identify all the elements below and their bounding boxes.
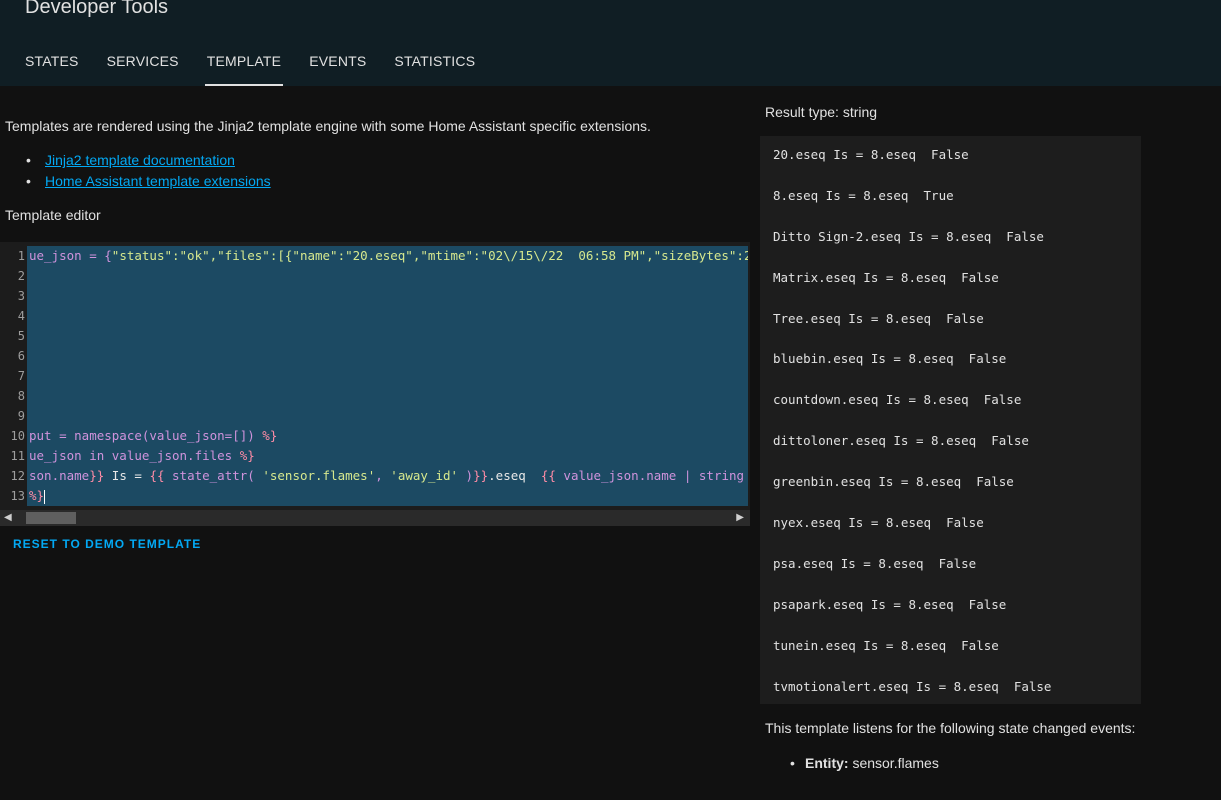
result-line: bluebin.eseq Is = 8.eseq False	[773, 351, 1007, 367]
line-number: 3	[17, 289, 25, 303]
code-token: {{	[149, 468, 165, 483]
result-line: tunein.eseq Is = 8.eseq False	[773, 637, 999, 653]
code-token: value_json.name | string i	[555, 468, 748, 483]
line-number: 13	[10, 489, 25, 503]
code-token: state_attr(	[164, 468, 263, 483]
app-title: Developer Tools	[25, 0, 169, 18]
line-number: 11	[10, 449, 25, 463]
code-token: %}	[262, 428, 278, 443]
tab-template[interactable]: TEMPLATE	[193, 40, 295, 86]
line-number-gutter: 1 2 3 4 5 6 7 8 9 10 11 12 13	[0, 242, 27, 510]
code-token: Is =	[104, 468, 150, 483]
code-token: %}	[239, 448, 255, 463]
code-line: son.name}} Is = {{ state_attr( 'sensor.f…	[27, 466, 748, 486]
result-type-label: Result type: string	[765, 104, 878, 120]
scroll-left-arrow-icon[interactable]: ◀	[4, 512, 12, 523]
code-token: 'away_id'	[390, 468, 459, 483]
result-line: 8.eseq Is = 8.eseq True	[773, 187, 954, 203]
ha-template-extensions-link[interactable]: Home Assistant template extensions	[45, 173, 271, 189]
line-number: 4	[17, 309, 25, 323]
line-number: 10	[10, 429, 25, 443]
result-output: 20.eseq Is = 8.eseq False 8.eseq Is = 8.e…	[760, 136, 1141, 704]
scrollbar-thumb[interactable]	[26, 512, 76, 524]
intro-text: Templates are rendered using the Jinja2 …	[5, 118, 651, 134]
template-editor-label: Template editor	[5, 207, 101, 223]
app-header: Developer Tools STATES SERVICES TEMPLATE…	[0, 0, 1221, 86]
horizontal-scrollbar[interactable]: ◀ ▶	[0, 510, 750, 526]
code-area[interactable]: ue_json = {"status":"ok","files":[{"name…	[27, 246, 748, 506]
list-item: Home Assistant template extensions	[26, 173, 271, 194]
code-token: )	[458, 468, 474, 483]
tab-bar: STATES SERVICES TEMPLATE EVENTS STATISTI…	[0, 40, 489, 86]
line-number: 6	[17, 349, 25, 363]
code-token: }}	[473, 468, 489, 483]
result-line: tvmotionalert.eseq Is = 8.eseq False	[773, 678, 1052, 694]
listens-text: This template listens for the following …	[765, 720, 1136, 736]
result-line: dittoloner.eseq Is = 8.eseq False	[773, 433, 1029, 449]
code-token: %}	[29, 488, 45, 503]
code-line: put = namespace(value_json=[]) %}	[27, 426, 748, 446]
result-line: nyex.eseq Is = 8.eseq False	[773, 515, 984, 531]
reset-to-demo-template-button[interactable]: RESET TO DEMO TEMPLATE	[13, 537, 201, 551]
code-token: 'sensor.flames'	[262, 468, 376, 483]
code-token: .eseq	[488, 468, 541, 483]
line-number: 7	[17, 369, 25, 383]
code-token: {{	[540, 468, 556, 483]
tab-statistics[interactable]: STATISTICS	[380, 40, 489, 86]
code-token: "status":"ok","files":[{"name":"20.eseq"…	[111, 248, 748, 263]
result-line: Ditto Sign-2.eseq Is = 8.eseq False	[773, 228, 1044, 244]
line-number: 1	[17, 249, 25, 263]
entity-value: sensor.flames	[852, 755, 939, 771]
scroll-right-arrow-icon[interactable]: ▶	[736, 512, 744, 523]
result-line: psapark.eseq Is = 8.eseq False	[773, 596, 1007, 612]
tab-services[interactable]: SERVICES	[93, 40, 193, 86]
text-cursor	[44, 489, 46, 504]
tab-events[interactable]: EVENTS	[295, 40, 380, 86]
result-line: countdown.eseq Is = 8.eseq False	[773, 392, 1022, 408]
code-token: }}	[89, 468, 105, 483]
result-line: Tree.eseq Is = 8.eseq False	[773, 310, 984, 326]
code-line: %}	[27, 486, 748, 506]
list-item: Jinja2 template documentation	[26, 152, 271, 173]
line-number: 9	[17, 409, 25, 423]
code-token: ue_json = {	[29, 248, 112, 263]
result-line: greenbin.eseq Is = 8.eseq False	[773, 474, 1014, 490]
doc-links: Jinja2 template documentation Home Assis…	[26, 152, 271, 194]
line-number: 12	[10, 469, 25, 483]
entity-label: Entity:	[805, 755, 849, 771]
line-number: 8	[17, 389, 25, 403]
template-editor[interactable]: 1 2 3 4 5 6 7 8 9 10 11 12 13 ue_json = {"status":"o…	[0, 242, 750, 526]
result-line: Matrix.eseq Is = 8.eseq False	[773, 269, 999, 285]
code-token: put = namespace(value_json=[])	[29, 428, 263, 443]
code-token: ,	[375, 468, 391, 483]
code-line: ue_json in value_json.files %}	[27, 446, 748, 466]
jinja2-docs-link[interactable]: Jinja2 template documentation	[45, 152, 235, 168]
result-line: psa.eseq Is = 8.eseq False	[773, 555, 977, 571]
line-number: 2	[17, 269, 25, 283]
code-line: ue_json = {"status":"ok","files":[{"name…	[27, 246, 748, 266]
line-number: 5	[17, 329, 25, 343]
entity-list-item: Entity: sensor.flames	[790, 755, 939, 771]
tab-states[interactable]: STATES	[0, 40, 93, 86]
code-token: ue_json in value_json.files	[29, 448, 240, 463]
result-line: 20.eseq Is = 8.eseq False	[773, 147, 969, 162]
code-token: son.name	[29, 468, 90, 483]
